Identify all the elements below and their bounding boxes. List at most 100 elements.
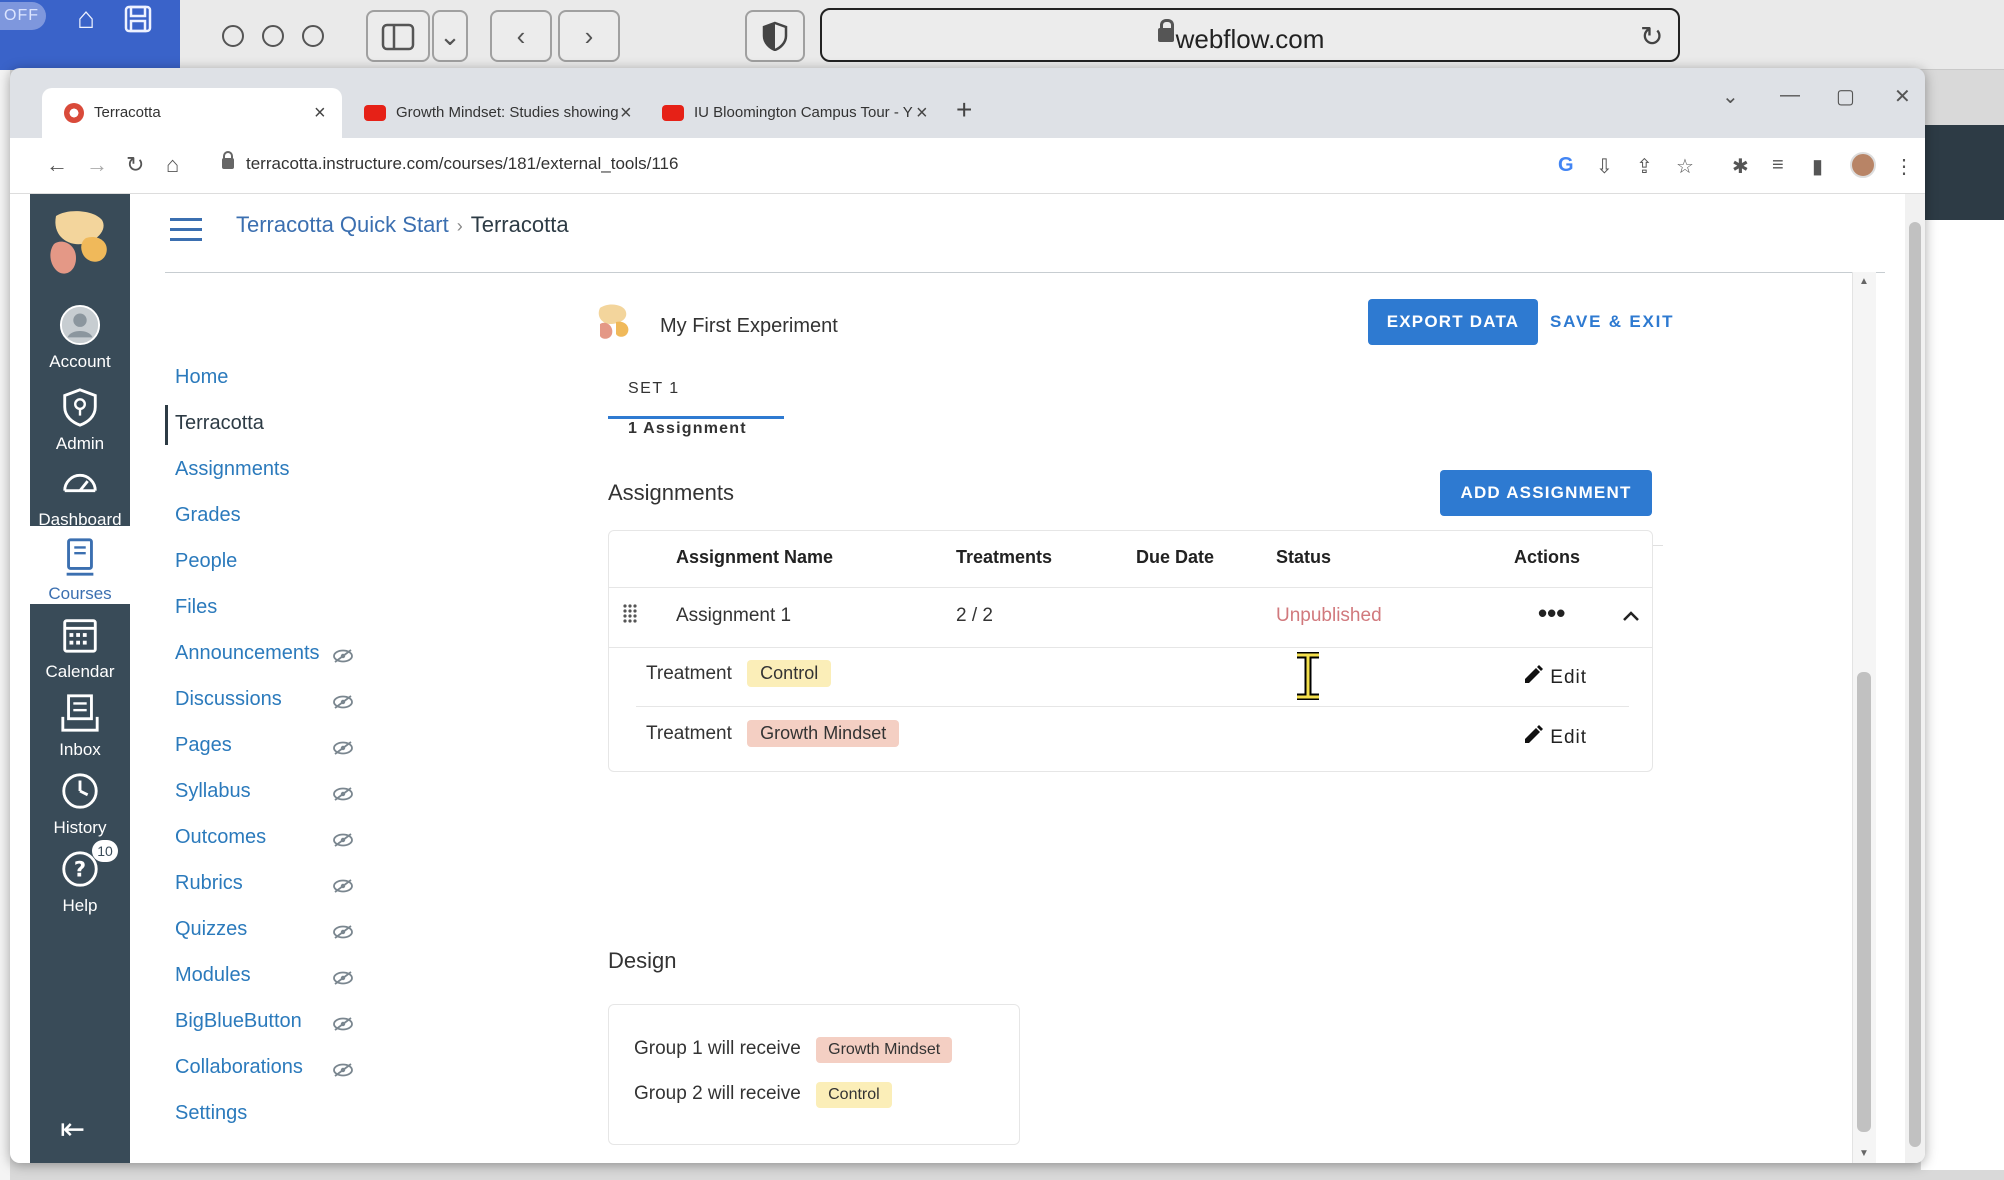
sidebar-toggle-icon[interactable] (366, 10, 430, 62)
drag-handle-icon[interactable] (622, 603, 638, 625)
treatment-label: Treatment (646, 663, 732, 684)
chrome-toolbar: ← → ↻ ⌂ terracotta.instructure.com/cours… (10, 138, 1925, 194)
nav-label: History (53, 818, 107, 837)
close-window-icon[interactable]: ✕ (1894, 84, 1911, 109)
more-menu-icon[interactable]: ⋮ (1894, 154, 1914, 179)
course-nav-home[interactable]: Home (175, 366, 375, 389)
eye-slash-icon (333, 971, 353, 985)
column-header-assignment-name: Assignment Name (676, 547, 834, 567)
global-nav-courses[interactable]: Courses (30, 526, 130, 604)
global-nav-history[interactable]: History (30, 770, 130, 838)
tab-search-icon[interactable]: ⌄ (1722, 84, 1739, 109)
forward-icon[interactable]: → (86, 152, 108, 178)
page-scrollbar[interactable] (1905, 194, 1925, 1163)
close-tab-icon[interactable]: × (620, 88, 632, 138)
global-nav-dashboard[interactable]: Dashboard (30, 462, 130, 530)
extensions-icon[interactable]: ✱ (1732, 154, 1749, 179)
add-assignment-button[interactable]: ADD ASSIGNMENT (1440, 470, 1652, 516)
reload-icon[interactable]: ↻ (1640, 20, 1663, 53)
help-badge: 10 (92, 840, 118, 862)
shield-icon[interactable] (745, 10, 805, 62)
treatment-row-1: Treatment Control (646, 660, 832, 687)
breadcrumb-course-link[interactable]: Terracotta Quick Start (236, 212, 449, 237)
eye-slash-icon (333, 649, 353, 663)
assignments-heading: Assignments (608, 480, 734, 505)
terracotta-logo[interactable] (46, 208, 114, 282)
maximize-icon[interactable]: ▢ (1836, 84, 1855, 109)
window-zoom-dot[interactable] (302, 25, 324, 47)
nav-label: Help (62, 896, 98, 915)
tab-terracotta[interactable]: Terracotta × (42, 88, 342, 138)
off-toggle[interactable]: OFF (0, 2, 46, 30)
global-nav-help[interactable]: ? 10 Help (30, 840, 130, 916)
back-icon[interactable]: ← (46, 152, 68, 178)
course-nav-settings[interactable]: Settings (175, 1102, 375, 1125)
edit-treatment-button[interactable]: Edit (1522, 724, 1587, 749)
home-icon[interactable]: ⌂ (68, 4, 104, 34)
set-assignment-count[interactable]: 1 Assignment (628, 420, 747, 438)
close-tab-icon[interactable]: × (314, 88, 326, 138)
header-divider (165, 272, 1885, 273)
side-panel-icon[interactable]: ▮ (1812, 154, 1823, 179)
course-nav-active-indicator (165, 405, 168, 445)
global-nav: Account Admin Dashboard Courses Calendar… (30, 194, 130, 1163)
iframe-scrollbar[interactable]: ▲ ▼ (1852, 272, 1876, 1163)
admin-icon (63, 388, 97, 427)
youtube-favicon (662, 105, 684, 122)
global-nav-calendar[interactable]: Calendar (30, 614, 130, 682)
eye-slash-icon (333, 833, 353, 847)
global-nav-account[interactable]: Account (30, 304, 130, 372)
home-icon[interactable]: ⌂ (166, 152, 179, 178)
save-icon[interactable] (120, 4, 156, 40)
bookmark-star-icon[interactable]: ☆ (1676, 154, 1694, 179)
chrome-window: Terracotta × Growth Mindset: Studies sho… (10, 68, 1925, 1163)
close-tab-icon[interactable]: × (916, 88, 928, 138)
eye-slash-icon (333, 879, 353, 893)
new-tab-icon[interactable]: + (956, 94, 972, 126)
nav-label: Admin (55, 434, 105, 453)
more-actions-icon[interactable]: ••• (1538, 598, 1565, 629)
global-nav-admin[interactable]: Admin (30, 386, 130, 454)
address-bar[interactable]: terracotta.instructure.com/courses/181/e… (246, 154, 678, 174)
reading-list-icon[interactable]: ≡ (1772, 154, 1784, 177)
course-nav-grades[interactable]: Grades (175, 504, 375, 527)
nav-label: Inbox (59, 740, 101, 759)
google-icon[interactable]: G (1558, 154, 1574, 177)
tab-iu-bloomington[interactable]: IU Bloomington Campus Tour - Y × (652, 88, 940, 138)
install-icon[interactable]: ⇩ (1596, 154, 1613, 179)
page-scroll-thumb[interactable] (1909, 222, 1921, 1147)
course-nav-terracotta[interactable]: Terracotta (175, 412, 375, 435)
collapse-nav-icon[interactable]: ⇤ (60, 1112, 85, 1147)
eye-slash-icon (333, 1063, 353, 1077)
window-minimize-dot[interactable] (262, 25, 284, 47)
course-nav-files[interactable]: Files (175, 596, 375, 619)
hamburger-menu-icon[interactable] (170, 218, 202, 248)
window-close-dot[interactable] (222, 25, 244, 47)
scroll-down-icon[interactable]: ▼ (1859, 1148, 1869, 1159)
course-nav-people[interactable]: People (175, 550, 375, 573)
global-nav-inbox[interactable]: Inbox (30, 692, 130, 760)
tab-growth-mindset[interactable]: Growth Mindset: Studies showing × (352, 88, 642, 138)
scroll-up-icon[interactable]: ▲ (1859, 276, 1869, 287)
safari-address-bar[interactable]: webflow.com (820, 8, 1680, 62)
iframe-scroll-thumb[interactable] (1857, 672, 1871, 1132)
edit-treatment-button[interactable]: Edit (1522, 664, 1587, 689)
background-window (1920, 125, 2004, 1170)
save-exit-button[interactable]: SAVE & EXIT (1550, 299, 1674, 345)
background-window-header (1920, 125, 2004, 220)
course-nav-assignments[interactable]: Assignments (175, 458, 375, 481)
reload-icon[interactable]: ↻ (126, 152, 144, 178)
chevron-up-icon[interactable] (1622, 610, 1640, 622)
treatment-row-2: Treatment Growth Mindset (646, 720, 900, 747)
minimize-icon[interactable]: — (1780, 84, 1800, 107)
assignment-status: Unpublished (1276, 605, 1382, 626)
profile-avatar[interactable] (1850, 152, 1876, 178)
chevron-down-icon[interactable]: ⌄ (432, 10, 468, 62)
eye-slash-icon (333, 925, 353, 939)
forward-icon[interactable]: › (558, 10, 620, 62)
assignment-name[interactable]: Assignment 1 (676, 605, 791, 627)
set-label[interactable]: SET 1 (628, 380, 680, 398)
share-icon[interactable]: ⇪ (1636, 154, 1653, 179)
export-data-button[interactable]: EXPORT DATA (1368, 299, 1538, 345)
back-icon[interactable]: ‹ (490, 10, 552, 62)
